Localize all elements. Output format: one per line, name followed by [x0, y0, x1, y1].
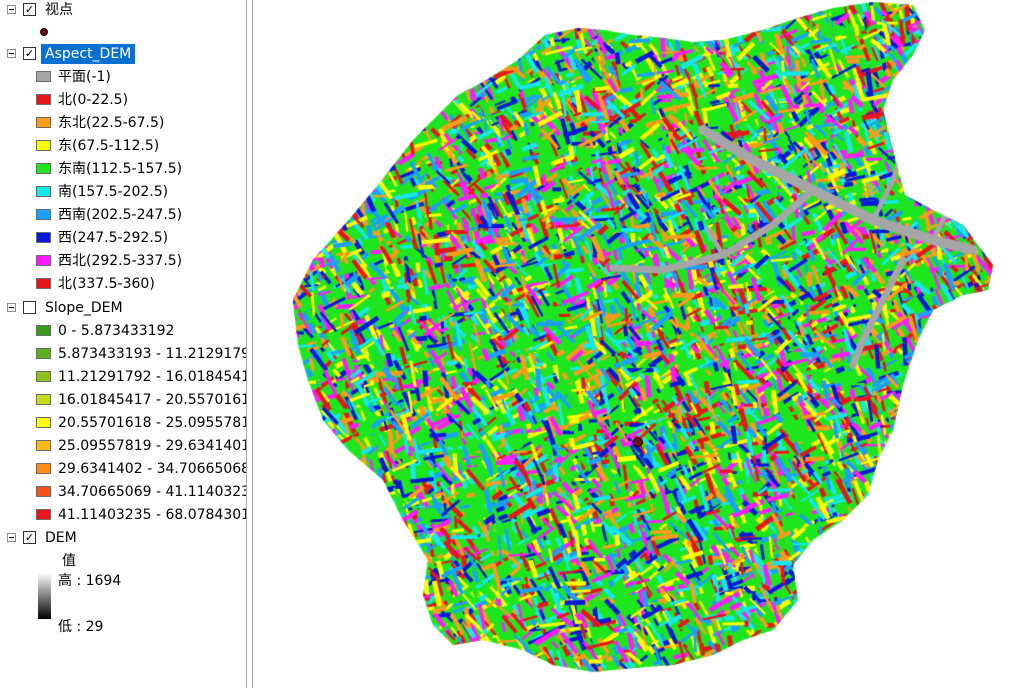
legend-swatch[interactable] — [36, 394, 51, 405]
collapse-icon[interactable] — [7, 5, 16, 14]
legend-label: 西北(292.5-337.5) — [58, 253, 183, 269]
collapse-icon[interactable] — [7, 49, 16, 58]
table-of-contents: ✓ 视点 ✓ Aspect_DEM 平面(-1) 北(0-22.5) 东北(22.5… — [0, 0, 246, 688]
layer-name[interactable]: 视点 — [43, 0, 75, 20]
legend-label: 5.873433193 - 11.21291792 — [58, 346, 246, 362]
legend-label: 北(0-22.5) — [58, 92, 129, 108]
legend-label: 41.11403235 - 68.07843017 — [58, 507, 246, 523]
legend-label: 0 - 5.873433192 — [58, 323, 175, 339]
legend-swatch[interactable] — [36, 348, 51, 359]
layer-row-aspect-dem[interactable]: ✓ Aspect_DEM — [0, 44, 246, 64]
legend-item[interactable]: 东(67.5-112.5) — [0, 136, 246, 156]
legend-swatch[interactable] — [36, 117, 51, 128]
legend-item[interactable]: 东北(22.5-67.5) — [0, 113, 246, 133]
layer-row-viewpoint[interactable]: ✓ 视点 — [0, 0, 246, 20]
dem-low-label: 低 : 29 — [58, 619, 104, 635]
legend-swatch[interactable] — [36, 94, 51, 105]
collapse-icon[interactable] — [7, 533, 16, 542]
legend-item[interactable]: 西(247.5-292.5) — [0, 228, 246, 248]
legend-swatch[interactable] — [36, 371, 51, 382]
legend-label: 西南(202.5-247.5) — [58, 207, 183, 223]
aspect-raster[interactable] — [253, 0, 1026, 688]
layer-row-slope-dem[interactable]: Slope_DEM — [0, 298, 246, 318]
dem-color-ramp[interactable] — [38, 573, 51, 619]
layer-name[interactable]: Slope_DEM — [43, 298, 125, 318]
legend-label: 东北(22.5-67.5) — [58, 115, 165, 131]
legend-item[interactable]: 41.11403235 - 68.07843017 — [0, 505, 246, 525]
collapse-icon[interactable] — [7, 303, 16, 312]
legend-item[interactable]: 平面(-1) — [0, 67, 246, 87]
legend-label: 11.21291792 - 16.01845417 — [58, 369, 246, 385]
legend-item[interactable]: 南(157.5-202.5) — [0, 182, 246, 202]
layer-row-dem[interactable]: ✓ DEM — [0, 528, 246, 548]
layer-name[interactable]: Aspect_DEM — [41, 44, 136, 64]
legend-swatch[interactable] — [36, 325, 51, 336]
layer-visibility-checkbox[interactable]: ✓ — [23, 531, 36, 544]
legend-item[interactable] — [0, 22, 246, 42]
legend-item[interactable]: 25.09557819 - 29.6341401 — [0, 436, 246, 456]
legend-item[interactable]: 北(0-22.5) — [0, 90, 246, 110]
legend-item[interactable]: 34.70665069 - 41.11403234 — [0, 482, 246, 502]
legend-swatch[interactable] — [36, 209, 51, 220]
legend-item[interactable]: 北(337.5-360) — [0, 274, 246, 294]
dem-high-label: 高 : 1694 — [58, 573, 122, 589]
legend-item[interactable]: 11.21291792 - 16.01845417 — [0, 367, 246, 387]
legend-item[interactable]: 20.55701618 - 25.09557818 — [0, 413, 246, 433]
legend-item[interactable]: 5.873433193 - 11.21291792 — [0, 344, 246, 364]
legend-label: 东(67.5-112.5) — [58, 138, 160, 154]
legend-item[interactable]: 西南(202.5-247.5) — [0, 205, 246, 225]
legend-item[interactable]: 东南(112.5-157.5) — [0, 159, 246, 179]
legend-swatch[interactable] — [36, 186, 51, 197]
dem-field-label: 值 — [62, 553, 76, 569]
legend-swatch[interactable] — [36, 163, 51, 174]
legend-label: 平面(-1) — [58, 69, 111, 85]
layer-name[interactable]: DEM — [43, 528, 79, 548]
toc-splitter[interactable] — [246, 0, 247, 688]
legend-swatch[interactable] — [36, 417, 51, 428]
layer-visibility-checkbox[interactable] — [23, 301, 36, 314]
legend-label: 16.01845417 - 20.55701617 — [58, 392, 246, 408]
legend-label: 20.55701618 - 25.09557818 — [58, 415, 246, 431]
legend-swatch[interactable] — [36, 486, 51, 497]
legend-swatch[interactable] — [36, 232, 51, 243]
legend-swatch[interactable] — [36, 440, 51, 451]
legend-swatch[interactable] — [36, 71, 51, 82]
point-marker-icon — [40, 28, 48, 36]
legend-label: 北(337.5-360) — [58, 276, 155, 292]
legend-label: 南(157.5-202.5) — [58, 184, 169, 200]
layer-visibility-checkbox[interactable]: ✓ — [23, 47, 36, 60]
legend-label: 34.70665069 - 41.11403234 — [58, 484, 246, 500]
legend-label: 25.09557819 - 29.6341401 — [58, 438, 246, 454]
legend-swatch[interactable] — [36, 278, 51, 289]
legend-item[interactable]: 16.01845417 - 20.55701617 — [0, 390, 246, 410]
legend-swatch[interactable] — [36, 463, 51, 474]
legend-item[interactable]: 29.6341402 - 34.70665068 — [0, 459, 246, 479]
legend-swatch[interactable] — [36, 255, 51, 266]
viewpoint-marker-1[interactable] — [633, 437, 643, 447]
layer-visibility-checkbox[interactable]: ✓ — [23, 3, 36, 16]
map-view[interactable] — [253, 0, 1026, 688]
legend-item[interactable]: 0 - 5.873433192 — [0, 321, 246, 341]
legend-swatch[interactable] — [36, 140, 51, 151]
legend-label: 29.6341402 - 34.70665068 — [58, 461, 246, 477]
legend-label: 西(247.5-292.5) — [58, 230, 169, 246]
legend-label: 东南(112.5-157.5) — [58, 161, 183, 177]
legend-item[interactable]: 西北(292.5-337.5) — [0, 251, 246, 271]
legend-swatch[interactable] — [36, 509, 51, 520]
